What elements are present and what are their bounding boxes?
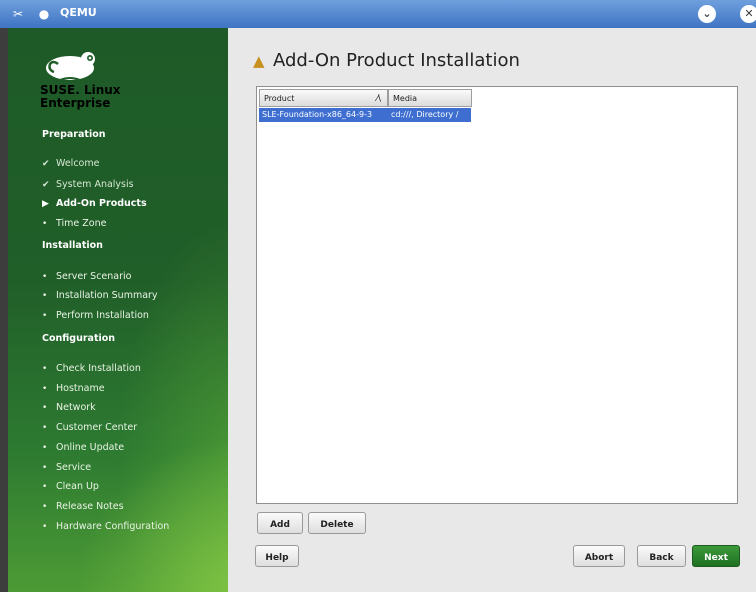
window-titlebar: ✂ ● QEMU ⌄ ✕ (0, 0, 756, 28)
step-label: Perform Installation (56, 310, 149, 321)
app-icon: ● (38, 7, 50, 21)
bullet-icon: • (42, 522, 48, 532)
package-icon: ▲ (253, 52, 265, 70)
bullet-icon: • (42, 403, 48, 413)
bullet-icon: • (42, 272, 48, 282)
section-title-configuration: Configuration (42, 333, 116, 344)
section-title-installation: Installation (42, 240, 103, 251)
bullet-icon: • (42, 443, 48, 453)
arrow-right-icon: ▶ (42, 199, 49, 209)
step-label: Server Scenario (56, 271, 132, 282)
column-header-label: Media (393, 94, 418, 103)
step-hardware-configuration: • Hardware Configuration (42, 521, 169, 532)
bullet-icon: • (42, 291, 48, 301)
step-label: Welcome (56, 158, 100, 169)
cell-product: SLE-Foundation-x86_64-9-3 (262, 110, 373, 119)
step-label: Time Zone (56, 218, 107, 229)
bullet-icon: • (42, 423, 48, 433)
step-perform-installation: • Perform Installation (42, 310, 149, 321)
checkmark-icon: ✔ (42, 159, 50, 169)
suse-chameleon-logo (46, 52, 95, 81)
page-title: ▲ Add-On Product Installation (253, 50, 520, 71)
close-icon[interactable]: ✕ (740, 5, 756, 23)
step-network: • Network (42, 402, 96, 413)
help-button[interactable]: Help (255, 545, 299, 567)
step-release-notes: • Release Notes (42, 501, 124, 512)
step-online-update: • Online Update (42, 442, 124, 453)
table-row[interactable]: SLE-Foundation-x86_64-9-3 cd:///, Direct… (259, 108, 471, 122)
bullet-icon: • (42, 219, 48, 229)
add-button[interactable]: Add (257, 512, 303, 534)
step-label: System Analysis (56, 179, 134, 190)
step-label: Release Notes (56, 501, 124, 512)
step-label: Add-On Products (56, 198, 147, 209)
table-header: Product ⁄\ Media (259, 89, 472, 107)
section-title-preparation: Preparation (42, 129, 106, 140)
step-server-scenario: • Server Scenario (42, 271, 131, 282)
back-button[interactable]: Back (637, 545, 686, 567)
column-header-label: Product (264, 94, 295, 103)
step-label: Online Update (56, 442, 125, 453)
step-check-installation: • Check Installation (42, 363, 141, 374)
step-system-analysis: ✔ System Analysis (42, 179, 134, 190)
step-label: Installation Summary (56, 290, 158, 301)
step-label: Service (56, 462, 92, 473)
step-add-on-products: ▶ Add-On Products (42, 198, 147, 209)
column-header-media[interactable]: Media (388, 89, 472, 107)
step-welcome: ✔ Welcome (42, 158, 99, 169)
step-label: Clean Up (56, 481, 99, 492)
step-customer-center: • Customer Center (42, 422, 137, 433)
abort-button[interactable]: Abort (573, 545, 625, 567)
tools-icon[interactable]: ✂ (10, 6, 26, 22)
page-title-text: Add-On Product Installation (273, 50, 520, 71)
sort-ascending-icon: ⁄\ (376, 94, 381, 104)
step-label: Check Installation (56, 363, 141, 374)
step-label: Hostname (56, 383, 105, 394)
bullet-icon: • (42, 364, 48, 374)
bullet-icon: • (42, 384, 48, 394)
bullet-icon: • (42, 482, 48, 492)
step-hostname: • Hostname (42, 383, 105, 394)
cell-media: cd:///, Directory / (391, 110, 459, 119)
step-label: Network (56, 402, 96, 413)
step-installation-summary: • Installation Summary (42, 290, 158, 301)
next-button[interactable]: Next (692, 545, 740, 567)
window-border (0, 28, 8, 592)
checkmark-icon: ✔ (42, 180, 50, 190)
minimize-icon[interactable]: ⌄ (698, 5, 716, 23)
step-clean-up: • Clean Up (42, 481, 99, 492)
add-on-product-table[interactable]: Product ⁄\ Media SLE-Foundation-x86_64-9-… (256, 86, 738, 504)
bullet-icon: • (42, 463, 48, 473)
step-label: Customer Center (56, 422, 138, 433)
window-title: QEMU (60, 6, 97, 19)
step-time-zone: • Time Zone (42, 218, 106, 229)
delete-button[interactable]: Delete (308, 512, 366, 534)
step-service: • Service (42, 462, 91, 473)
step-label: Hardware Configuration (56, 521, 170, 532)
column-header-product[interactable]: Product ⁄\ (259, 89, 388, 107)
brand-name: SUSE. Linux Enterprise (40, 84, 121, 110)
bullet-icon: • (42, 502, 48, 512)
bullet-icon: • (42, 311, 48, 321)
brand-line-2: Enterprise (40, 96, 111, 110)
